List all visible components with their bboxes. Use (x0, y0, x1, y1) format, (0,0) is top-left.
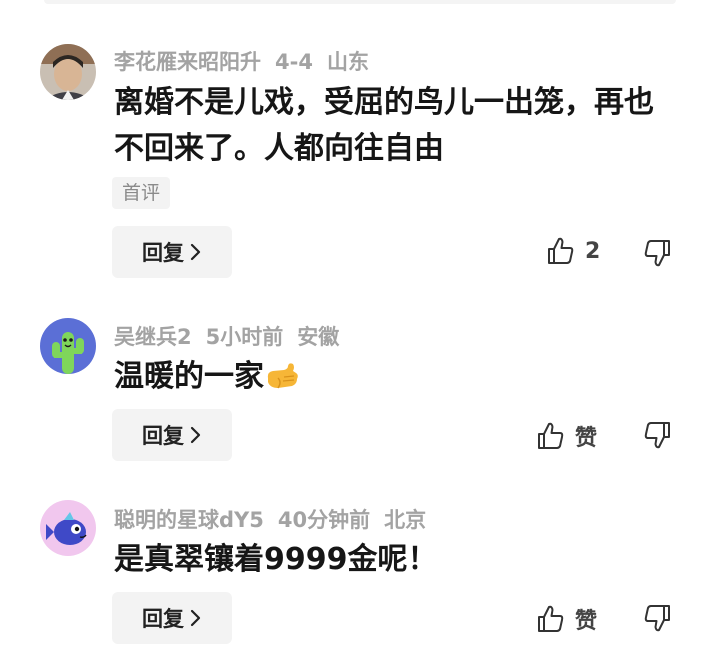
comment-location: 安徽 (297, 325, 340, 349)
comment-time: 5小时前 (205, 325, 284, 349)
like-label: 赞 (575, 426, 598, 451)
reply-label: 回复 (142, 241, 184, 265)
reply-label: 回复 (142, 424, 184, 448)
dislike-button[interactable] (643, 238, 673, 272)
thumbs-up-icon (538, 422, 564, 449)
chevron-right-icon (190, 426, 201, 444)
avatar[interactable] (40, 44, 96, 100)
comment-text-row: 温暖的一家 (114, 354, 674, 406)
reply-label: 回复 (142, 607, 184, 631)
avatar[interactable] (40, 500, 96, 556)
comment-location: 北京 (384, 508, 427, 532)
dislike-button[interactable] (643, 603, 673, 637)
reply-button[interactable]: 回复 (112, 226, 232, 278)
like-button[interactable]: 赞 (535, 420, 597, 452)
comment-meta: 吴继兵2 5小时前 安徽 (114, 321, 353, 351)
comment-text: 离婚不是儿戏，受屈的鸟儿一出笼，再也不回来了。人都向往自由 (114, 85, 654, 166)
like-label: 赞 (575, 609, 598, 634)
thumbs-up-icon (538, 605, 564, 632)
dislike-button[interactable] (643, 420, 673, 454)
thumbs-down-icon (644, 240, 670, 267)
comment-meta: 聪明的星球dY5 40分钟前 北京 (114, 504, 440, 534)
thumbs-down-icon (644, 422, 670, 449)
call-me-hand-emoji (264, 358, 300, 406)
comment-meta: 李花雁来昭阳升 4-4 山东 (114, 46, 383, 76)
first-comment-badge: 首评 (112, 177, 171, 209)
like-button[interactable]: 2 (545, 236, 600, 266)
chevron-right-icon (190, 609, 201, 627)
previous-section-edge (44, 0, 676, 4)
comment-location: 山东 (326, 50, 369, 74)
username[interactable]: 聪明的星球dY5 (114, 508, 264, 532)
comment-time: 4-4 (275, 50, 313, 74)
comment-time: 40分钟前 (277, 508, 371, 532)
like-count: 2 (585, 238, 601, 264)
comment-text: 是真翠镶着9999金呢！ (114, 542, 438, 577)
like-button[interactable]: 赞 (535, 603, 597, 635)
comment-text: 温暖的一家 (114, 359, 264, 394)
username[interactable]: 李花雁来昭阳升 (114, 50, 261, 74)
avatar[interactable] (40, 318, 96, 374)
username[interactable]: 吴继兵2 (114, 325, 192, 349)
thumbs-down-icon (644, 605, 670, 632)
chevron-right-icon (190, 243, 201, 261)
thumbs-up-icon (548, 237, 574, 264)
reply-button[interactable]: 回复 (112, 592, 232, 644)
reply-button[interactable]: 回复 (112, 409, 232, 461)
